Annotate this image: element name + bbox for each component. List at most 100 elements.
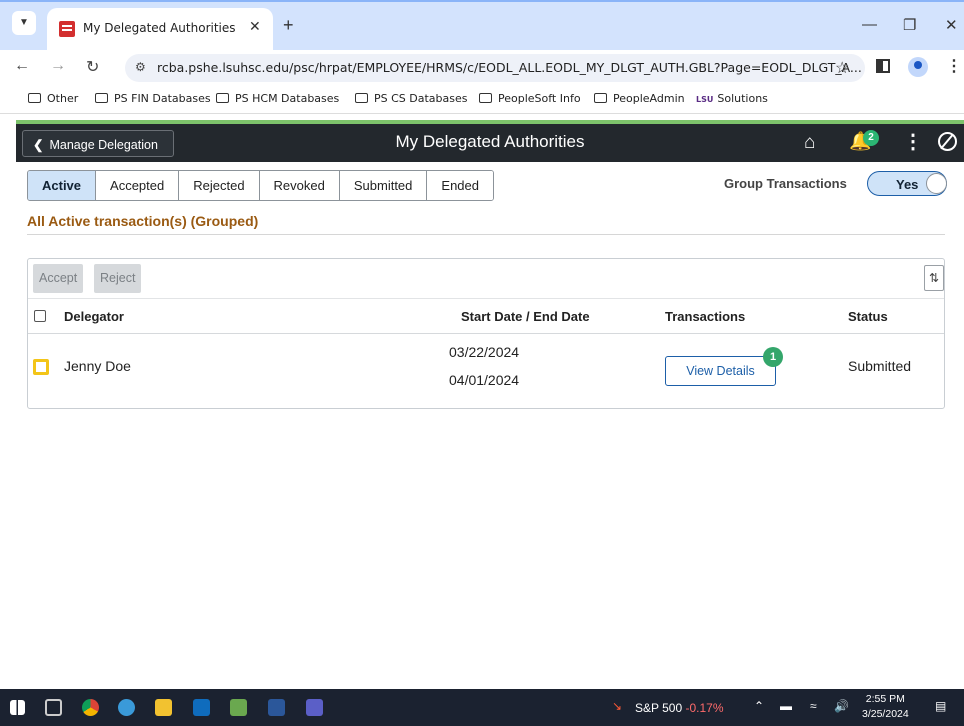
chevron-up-icon[interactable]: ⌃ bbox=[754, 699, 764, 713]
folder-icon bbox=[479, 93, 492, 103]
tab-accepted[interactable]: Accepted bbox=[95, 171, 179, 200]
column-header-delegator: Delegator bbox=[64, 309, 124, 324]
windows-start-icon[interactable] bbox=[10, 700, 25, 715]
url-text: rcba.pshe.lsuhsc.edu/psc/hrpat/EMPLOYEE/… bbox=[157, 60, 862, 75]
bookmark-label: Solutions bbox=[717, 92, 768, 105]
site-info-icon[interactable]: ⚙ bbox=[135, 60, 146, 74]
bookmark-ps-fin[interactable]: PS FIN Databases bbox=[95, 92, 211, 105]
task-view-icon[interactable] bbox=[45, 699, 62, 716]
close-window-button[interactable]: ✕ bbox=[945, 16, 958, 34]
stock-trend-icon: ↘ bbox=[612, 699, 623, 713]
bookmark-star-icon[interactable]: ☆ bbox=[835, 58, 849, 78]
bookmarks-bar: Other PS FIN Databases PS HCM Databases … bbox=[0, 86, 964, 114]
folder-icon bbox=[28, 93, 41, 103]
ps-header-bar: My Delegated Authorities ❮ Manage Delegat… bbox=[16, 124, 964, 162]
toggle-knob bbox=[926, 173, 947, 194]
folder-icon bbox=[355, 93, 368, 103]
folder-icon bbox=[216, 93, 229, 103]
status-tabs: Active Accepted Rejected Revoked Submitt… bbox=[27, 170, 494, 201]
wifi-icon[interactable]: ≈ bbox=[810, 699, 817, 713]
lsu-logo-icon: LSU bbox=[696, 95, 714, 104]
taskbar-clock[interactable]: 2:55 PM 3/25/2024 bbox=[862, 692, 909, 722]
ticker-delta: -0.17% bbox=[685, 701, 724, 715]
manage-delegation-back-button[interactable]: ❮ Manage Delegation bbox=[22, 130, 174, 157]
home-icon[interactable]: ⌂ bbox=[804, 132, 815, 154]
notification-center-icon[interactable]: ▤ bbox=[935, 699, 946, 713]
profile-avatar-icon[interactable] bbox=[908, 57, 928, 77]
select-all-checkbox[interactable] bbox=[34, 310, 46, 322]
group-transactions-label: Group Transactions bbox=[724, 176, 847, 191]
tab-active[interactable]: Active bbox=[28, 171, 96, 200]
bookmark-label: PS CS Databases bbox=[374, 92, 468, 105]
battery-icon[interactable]: ▬ bbox=[780, 699, 792, 713]
bookmark-label: Other bbox=[47, 92, 79, 105]
clock-date: 3/25/2024 bbox=[862, 708, 909, 720]
transaction-count-badge: 1 bbox=[763, 347, 783, 367]
minimize-window-button[interactable]: — bbox=[862, 16, 877, 33]
view-details-button[interactable]: View Details bbox=[665, 356, 776, 386]
row-checkbox[interactable] bbox=[33, 359, 49, 375]
back-arrow-icon[interactable]: ← bbox=[14, 57, 30, 75]
browser-tab-strip: ▼ My Delegated Authorities ✕ + — ❐ ✕ bbox=[0, 0, 964, 50]
grid-header: Delegator Start Date / End Date Transact… bbox=[28, 299, 944, 334]
bookmark-ps-cs[interactable]: PS CS Databases bbox=[355, 92, 468, 105]
ticker-name: S&P 500 bbox=[635, 701, 683, 715]
tab-revoked[interactable]: Revoked bbox=[258, 171, 339, 200]
outlook-icon[interactable] bbox=[193, 699, 210, 716]
tab-search-button[interactable]: ▼ bbox=[12, 11, 36, 35]
forward-arrow-icon[interactable]: → bbox=[50, 57, 66, 75]
reload-icon[interactable]: ↻ bbox=[86, 57, 99, 77]
group-transactions-toggle[interactable]: Yes bbox=[867, 171, 947, 196]
browser-tab[interactable]: My Delegated Authorities ✕ bbox=[47, 8, 273, 50]
back-button-label: Manage Delegation bbox=[49, 138, 158, 152]
tab-rejected[interactable]: Rejected bbox=[178, 171, 259, 200]
new-tab-button[interactable]: + bbox=[283, 15, 294, 36]
column-header-dates: Start Date / End Date bbox=[461, 309, 590, 324]
accept-button[interactable]: Accept bbox=[33, 264, 84, 293]
transactions-grid: Accept Reject ⇅ Delegator Start Date / E… bbox=[27, 258, 945, 409]
folder-icon bbox=[95, 93, 108, 103]
app-icon[interactable] bbox=[230, 699, 247, 716]
bookmark-other[interactable]: Other bbox=[28, 92, 78, 105]
stock-ticker[interactable]: S&P 500 -0.17% bbox=[635, 701, 724, 715]
tab-submitted[interactable]: Submitted bbox=[338, 171, 427, 200]
toggle-value: Yes bbox=[896, 177, 919, 192]
column-header-transactions: Transactions bbox=[665, 309, 746, 324]
tab-ended[interactable]: Ended bbox=[426, 171, 493, 200]
tab-title: My Delegated Authorities bbox=[83, 21, 236, 35]
delegator-name: Jenny Doe bbox=[64, 358, 131, 374]
column-header-status: Status bbox=[848, 309, 888, 324]
sort-icon[interactable]: ⇅ bbox=[924, 265, 944, 291]
table-row[interactable]: Jenny Doe 03/22/2024 04/01/2024 View Det… bbox=[28, 335, 944, 409]
bookmark-peopleadmin[interactable]: PeopleAdmin bbox=[594, 92, 685, 105]
address-bar[interactable]: ⚙ rcba.pshe.lsuhsc.edu/psc/hrpat/EMPLOYE… bbox=[125, 54, 865, 82]
restore-window-button[interactable]: ❐ bbox=[903, 16, 916, 34]
navbar-compass-icon[interactable] bbox=[938, 132, 957, 151]
bookmark-label: PeopleSoft Info bbox=[498, 92, 581, 105]
bookmark-ps-hcm[interactable]: PS HCM Databases bbox=[216, 92, 339, 105]
browser-toolbar: ← → ↻ ⚙ rcba.pshe.lsuhsc.edu/psc/hrpat/E… bbox=[0, 50, 964, 86]
clock-time: 2:55 PM bbox=[865, 693, 905, 705]
volume-icon[interactable]: 🔊 bbox=[834, 699, 849, 713]
chrome-icon[interactable] bbox=[82, 699, 99, 716]
teams-icon[interactable] bbox=[306, 699, 323, 716]
notification-count-badge: 2 bbox=[863, 130, 879, 146]
favicon-icon bbox=[59, 21, 75, 37]
actions-menu-icon[interactable]: ⋮ bbox=[903, 129, 923, 154]
bookmark-label: PS HCM Databases bbox=[235, 92, 340, 105]
chevron-left-icon: ❮ bbox=[33, 138, 44, 152]
word-icon[interactable] bbox=[268, 699, 285, 716]
section-divider bbox=[27, 234, 945, 235]
status-value: Submitted bbox=[848, 358, 912, 374]
bookmark-label: PS FIN Databases bbox=[114, 92, 211, 105]
bookmark-peoplesoft-info[interactable]: PeopleSoft Info bbox=[479, 92, 581, 105]
browser-menu-icon[interactable]: ⋮ bbox=[946, 56, 962, 76]
edge-icon[interactable] bbox=[118, 699, 135, 716]
close-tab-icon[interactable]: ✕ bbox=[249, 18, 261, 35]
end-date: 04/01/2024 bbox=[449, 372, 520, 388]
bookmark-solutions[interactable]: LSU Solutions bbox=[696, 92, 768, 105]
file-explorer-icon[interactable] bbox=[155, 699, 172, 716]
reject-button[interactable]: Reject bbox=[94, 264, 142, 293]
side-panel-icon[interactable] bbox=[876, 59, 890, 73]
section-title: All Active transaction(s) (Grouped) bbox=[27, 213, 259, 229]
